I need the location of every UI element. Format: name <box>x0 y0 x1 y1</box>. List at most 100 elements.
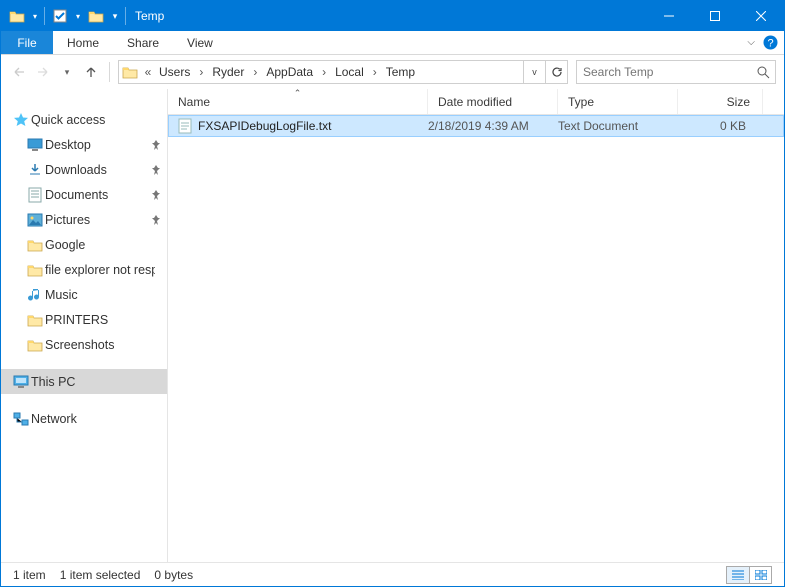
folder-icon <box>25 238 45 252</box>
tree-label: Quick access <box>31 113 105 127</box>
sidebar-item[interactable]: Google <box>1 232 167 257</box>
column-header-size[interactable]: Size <box>678 89 763 114</box>
sidebar-item[interactable]: Desktop <box>1 132 167 157</box>
chevron-right-icon[interactable]: › <box>317 65 331 79</box>
tree-label: Documents <box>45 188 108 202</box>
icons-view-button[interactable] <box>749 567 771 583</box>
window-controls <box>646 1 784 31</box>
selection-size: 0 bytes <box>154 568 193 582</box>
navigation-pane: Quick access Desktop Downloads Documents Pi… <box>1 89 168 562</box>
breadcrumb-seg[interactable]: AppData <box>262 65 317 79</box>
share-tab[interactable]: Share <box>113 31 173 54</box>
pin-icon <box>151 165 161 175</box>
address-bar-row: ▾ « Users › Ryder › AppData › Local › Te… <box>1 55 784 89</box>
tree-label: Network <box>31 412 77 426</box>
back-button[interactable] <box>9 62 29 82</box>
qat-separator-2 <box>125 7 126 25</box>
file-type: Text Document <box>558 119 678 133</box>
tree-label: PRINTERS <box>45 313 108 327</box>
sidebar-item[interactable]: Screenshots <box>1 332 167 357</box>
close-button[interactable] <box>738 1 784 31</box>
quick-access-toolbar: ▾ ▾ ▾ <box>1 1 129 31</box>
search-box[interactable] <box>576 60 776 84</box>
maximize-button[interactable] <box>692 1 738 31</box>
search-input[interactable] <box>577 65 751 79</box>
content-pane: Name ⌃ Date modified Type Size FXSAPIDeb… <box>168 89 784 562</box>
desktop-icon <box>25 138 45 152</box>
tree-label: Desktop <box>45 138 91 152</box>
sidebar-item[interactable]: Pictures <box>1 207 167 232</box>
this-pc-node[interactable]: This PC <box>1 369 167 394</box>
forward-button[interactable] <box>33 62 53 82</box>
sidebar-item[interactable]: Documents <box>1 182 167 207</box>
music-icon <box>25 287 45 303</box>
chevron-right-icon[interactable]: › <box>248 65 262 79</box>
column-headers: Name ⌃ Date modified Type Size <box>168 89 784 115</box>
qat-properties-icon[interactable] <box>49 5 71 27</box>
view-mode-switcher <box>726 566 772 584</box>
sidebar-item[interactable]: file explorer not resp <box>1 257 167 282</box>
column-header-type[interactable]: Type <box>558 89 678 114</box>
tree-label: This PC <box>31 375 75 389</box>
tree-label: file explorer not resp <box>45 263 155 277</box>
qat-folder2-icon[interactable] <box>85 5 107 27</box>
sidebar-item[interactable]: PRINTERS <box>1 307 167 332</box>
sidebar-item[interactable]: Music <box>1 282 167 307</box>
file-list[interactable]: FXSAPIDebugLogFile.txt2/18/2019 4:39 AMT… <box>168 115 784 562</box>
sort-indicator-icon: ⌃ <box>294 88 302 99</box>
network-node[interactable]: Network <box>1 406 167 431</box>
qat-dropdown2[interactable]: ▾ <box>73 5 83 27</box>
qat-folder-icon[interactable] <box>6 5 28 27</box>
qat-customize-dropdown[interactable]: ▾ <box>109 5 121 27</box>
file-size: 0 KB <box>678 119 758 133</box>
up-button[interactable] <box>81 62 101 82</box>
folder-icon <box>25 263 45 277</box>
pin-icon <box>151 190 161 200</box>
breadcrumb-folder-icon[interactable] <box>119 65 141 79</box>
main-area: Quick access Desktop Downloads Documents Pi… <box>1 89 784 562</box>
breadcrumb-seg[interactable]: Temp <box>382 65 419 79</box>
computer-icon <box>11 375 31 389</box>
home-tab[interactable]: Home <box>53 31 113 54</box>
breadcrumb-seg[interactable]: Local <box>331 65 368 79</box>
svg-text:?: ? <box>767 38 773 50</box>
quick-access-node[interactable]: Quick access <box>1 107 167 132</box>
breadcrumb[interactable]: « Users › Ryder › AppData › Local › Temp… <box>118 60 568 84</box>
pin-icon <box>151 140 161 150</box>
view-tab[interactable]: View <box>173 31 227 54</box>
breadcrumb-seg[interactable]: Ryder <box>208 65 248 79</box>
details-view-button[interactable] <box>727 567 749 583</box>
chevron-right-icon[interactable]: › <box>194 65 208 79</box>
text-file-icon <box>178 118 192 134</box>
address-dropdown-button[interactable]: v <box>523 61 545 83</box>
breadcrumb-seg[interactable]: Users <box>155 65 194 79</box>
recent-locations-dropdown[interactable]: ▾ <box>57 62 77 82</box>
sidebar-item[interactable]: Downloads <box>1 157 167 182</box>
minimize-button[interactable] <box>646 1 692 31</box>
refresh-button[interactable] <box>545 61 567 83</box>
tree-label: Downloads <box>45 163 107 177</box>
downloads-icon <box>25 162 45 178</box>
tree-label: Music <box>45 288 78 302</box>
help-icon[interactable]: ? <box>763 35 778 50</box>
ribbon-tabs: File Home Share View ⌵ ? <box>1 31 784 55</box>
ribbon-expand-icon[interactable]: ⌵ <box>747 37 755 48</box>
pin-icon <box>151 215 161 225</box>
pictures-icon <box>25 213 45 227</box>
breadcrumb-overflow[interactable]: « <box>141 65 155 79</box>
documents-icon <box>25 187 45 203</box>
selection-count: 1 item selected <box>60 568 141 582</box>
folder-icon <box>25 338 45 352</box>
tree-label: Screenshots <box>45 338 114 352</box>
search-icon[interactable] <box>751 66 775 79</box>
file-tab[interactable]: File <box>1 31 53 54</box>
chevron-right-icon[interactable]: › <box>368 65 382 79</box>
qat-dropdown1[interactable]: ▾ <box>30 5 40 27</box>
item-count: 1 item <box>13 568 46 582</box>
column-header-date[interactable]: Date modified <box>428 89 558 114</box>
file-name: FXSAPIDebugLogFile.txt <box>198 119 331 133</box>
tree-label: Pictures <box>45 213 90 227</box>
file-row[interactable]: FXSAPIDebugLogFile.txt2/18/2019 4:39 AMT… <box>168 115 784 137</box>
window-title: Temp <box>135 9 164 23</box>
column-header-name[interactable]: Name ⌃ <box>168 89 428 114</box>
